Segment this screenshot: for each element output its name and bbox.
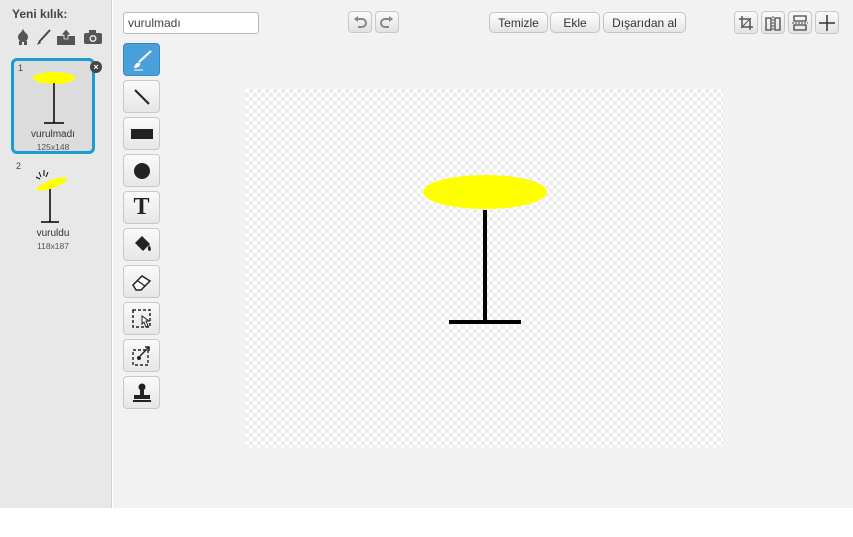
costume-number: 2 [16,161,22,171]
import-button[interactable]: Dışarıdan al [603,12,686,33]
select-duplicate-tool[interactable] [123,339,160,372]
flip-vertical-icon [792,14,808,31]
costume-number: 1 [18,63,24,73]
undo-button[interactable] [348,11,372,33]
costume-thumbnail [33,72,75,124]
ellipse-icon [133,162,150,179]
costume-name: vurulmadı [31,129,75,140]
eraser-icon [131,274,151,291]
upload-icon[interactable] [56,27,76,47]
set-center-icon [739,15,753,30]
flip-horizontal-button[interactable] [761,11,785,34]
undo-icon [354,16,367,28]
stamp-tool[interactable] [123,376,160,409]
fill-tool[interactable] [123,228,160,261]
text-tool[interactable]: T [123,191,160,224]
costume-name-input[interactable] [123,12,259,34]
paint-editor: Temizle Ekle Dışarıdan al [113,0,853,508]
sprite-library-icon[interactable] [13,27,33,47]
costume-ellipse [423,175,547,209]
delete-costume-icon[interactable]: × [90,61,102,73]
line-icon [133,88,150,105]
camera-icon[interactable] [83,27,103,47]
costume-name: vuruldu [36,228,70,239]
stamp-icon [132,383,151,402]
select-tool[interactable] [123,302,160,335]
add-button[interactable]: Ekle [550,12,600,33]
fill-icon [134,235,151,251]
crosshair-button[interactable] [815,11,839,34]
line-tool[interactable] [123,80,160,113]
brush-tool[interactable] [123,43,160,76]
costume-item-vurulmadi[interactable]: 1 vurulmadı 125x148 × [11,58,102,154]
costume-size: 118x187 [37,241,69,251]
ellipse-tool[interactable] [123,154,160,187]
flip-vertical-button[interactable] [788,11,812,34]
new-costume-label: Yeni kılık: [12,7,68,21]
select-icon [131,308,151,328]
clear-button[interactable]: Temizle [489,12,548,33]
redo-icon [380,16,393,28]
costume-item-vuruldu[interactable]: 2 vuruldu 118x187 [11,158,95,254]
paint-brush-icon[interactable] [34,27,54,47]
rectangle-icon [130,128,153,139]
set-center-button[interactable] [734,11,758,34]
costume-drawing [423,175,547,324]
select-duplicate-icon [131,345,150,366]
costume-list-pane: Yeni kılık: 1 vurulmadı 125x148 × 2 vuru… [0,0,112,508]
costume-size: 125x148 [36,142,70,152]
crosshair-icon [819,14,835,31]
drawing-canvas[interactable] [245,89,723,447]
costume-thumbnail [35,170,68,223]
eraser-tool[interactable] [123,265,160,298]
brush-icon [133,49,152,70]
redo-button[interactable] [375,11,399,33]
flip-horizontal-icon [765,15,781,31]
rectangle-tool[interactable] [123,117,160,150]
text-icon: T [133,194,150,220]
